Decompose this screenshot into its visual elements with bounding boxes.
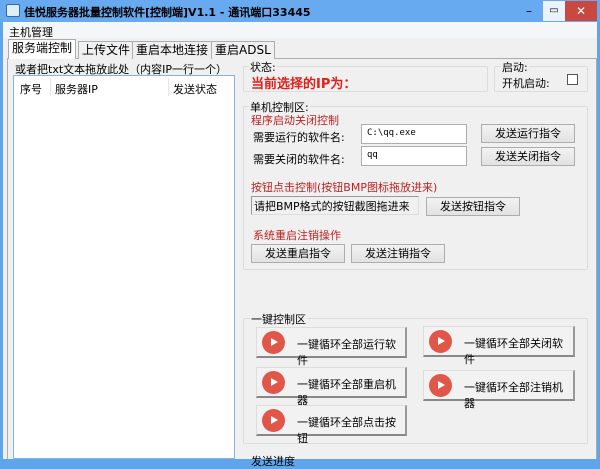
close-software-label: 需要关闭的软件名: (253, 153, 345, 166)
send-button-command[interactable]: 发送按钮指令 (426, 197, 520, 216)
button-label: 一键循环全部注销机器 (464, 381, 563, 410)
maximize-button[interactable]: ▭ (543, 1, 565, 21)
column-divider[interactable] (50, 78, 51, 96)
play-icon (262, 331, 285, 354)
send-close-button[interactable]: 发送关闭指令 (481, 147, 575, 166)
close-all-button[interactable]: 一键循环全部关闭软件 (423, 326, 575, 366)
tab-restart-adsl[interactable]: 重启ADSL (211, 41, 275, 59)
restart-all-button[interactable]: 一键循环全部重启机器 (256, 367, 407, 407)
send-run-button[interactable]: 发送运行指令 (481, 124, 575, 143)
play-icon (262, 371, 285, 394)
send-logoff-button[interactable]: 发送注销指令 (351, 244, 445, 263)
menu-bar (3, 22, 597, 38)
startup-label: 启动: (501, 59, 529, 75)
column-server-ip[interactable]: 服务器IP (55, 81, 98, 97)
run-software-label: 需要运行的软件名: (253, 131, 345, 144)
system-section-label: 系统重启注销操作 (253, 229, 341, 242)
minimize-button[interactable]: – (515, 1, 543, 21)
close-software-input[interactable]: qq (361, 146, 467, 166)
autostart-label: 开机启动: (502, 77, 550, 90)
bmp-drop-area[interactable]: 请把BMP格式的按钮截图拖进来 (251, 196, 419, 215)
run-software-input[interactable]: C:\qq.exe (361, 124, 467, 144)
play-icon (262, 409, 285, 432)
app-icon (6, 4, 20, 17)
play-icon (429, 330, 452, 353)
button-section-label: 按钮点击控制(按钮BMP图标拖放进来) (251, 181, 438, 194)
click-all-button[interactable]: 一键循环全部点击按钮 (256, 405, 407, 445)
one-click-label: 一键控制区 (250, 311, 307, 327)
play-icon (429, 374, 452, 397)
send-restart-button[interactable]: 发送重启指令 (251, 244, 345, 263)
autostart-checkbox[interactable] (567, 74, 578, 85)
column-divider[interactable] (168, 78, 169, 96)
button-label: 一键循环全部点击按钮 (297, 416, 396, 445)
button-label: 一键循环全部运行软件 (297, 338, 396, 367)
window-title: 佳悦服务器批量控制软件[控制端]V1.1 - 通讯端口33445 (24, 6, 311, 19)
server-list[interactable] (13, 75, 235, 459)
current-ip-label: 当前选择的IP为： (251, 77, 357, 92)
button-label: 一键循环全部重启机器 (297, 378, 396, 407)
logoff-all-button[interactable]: 一键循环全部注销机器 (423, 370, 575, 410)
tab-restart-local-connection[interactable]: 重启本地连接 (132, 41, 213, 59)
menu-host-management[interactable]: 主机管理 (9, 24, 53, 40)
column-index[interactable]: 序号 (20, 81, 42, 97)
column-send-status[interactable]: 发送状态 (173, 81, 217, 97)
program-section-label: 程序启动关闭控制 (251, 114, 339, 127)
tab-upload-file[interactable]: 上传文件 (78, 41, 135, 59)
button-label: 一键循环全部关闭软件 (464, 337, 563, 366)
tab-server-control[interactable]: 服务端控制 (8, 39, 77, 59)
run-all-button[interactable]: 一键循环全部运行软件 (256, 327, 407, 367)
close-button[interactable]: ✕ (565, 1, 597, 21)
progress-label: 发送进度 (251, 455, 295, 468)
